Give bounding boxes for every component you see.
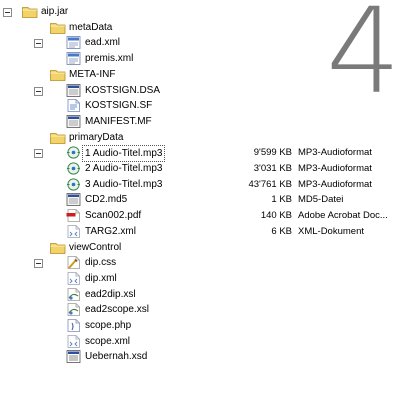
file-type: MP3-Audioformat <box>298 147 372 159</box>
tree-item-label: ead2scope.xsl <box>85 304 149 316</box>
xsd-file-icon <box>66 350 82 364</box>
tree-row[interactable]: scope.xml <box>0 334 397 349</box>
tree-row[interactable]: ead2dip.xsl <box>0 287 397 302</box>
xml-doc-icon <box>66 334 82 348</box>
tree-row[interactable]: KOSTSIGN.DSA <box>0 83 397 98</box>
tree-item-label: MANIFEST.MF <box>85 115 152 127</box>
collapse-toggle[interactable] <box>34 39 43 49</box>
file-type: XML-Dokument <box>298 225 364 237</box>
generic-file-icon <box>66 193 82 207</box>
tree-item-label: ead.xml <box>85 37 121 49</box>
css-file-icon <box>66 256 82 270</box>
tree-row[interactable]: MANIFEST.MF <box>0 114 397 129</box>
file-type: MD5-Datei <box>298 194 344 206</box>
tree-item-label: 2 Audio-Titel.mp3 <box>85 163 163 174</box>
generic-file-icon <box>66 83 82 97</box>
tree-row[interactable]: 3 Audio-Titel.mp3 43'761 KB MP3-Audioforma… <box>0 177 397 192</box>
tree-item-label: Scan002.pdf <box>85 210 142 222</box>
tree-item-label: KOSTSIGN.SF <box>85 100 153 112</box>
file-size: 1 KB <box>271 194 292 206</box>
tree-item-label: Uebernah.xsd <box>85 351 148 363</box>
folder-icon <box>22 5 38 18</box>
collapse-toggle[interactable] <box>34 149 43 159</box>
folder-icon <box>50 131 66 144</box>
file-size: 9'599 KB <box>253 147 292 159</box>
tree-row[interactable]: primaryData <box>0 130 397 145</box>
tree-item-label: scope.php <box>85 320 132 331</box>
tree-item-label: 1 Audio-Titel.mp3 <box>82 145 166 163</box>
collapse-toggle[interactable] <box>34 86 43 96</box>
tree-row[interactable]: scope.php <box>0 318 397 333</box>
tree-row[interactable]: KOSTSIGN.SF <box>0 98 397 113</box>
folder-icon <box>50 68 66 81</box>
xml-file-icon <box>66 52 82 65</box>
tree-row[interactable]: dip.css <box>0 255 397 270</box>
xml-doc-icon <box>66 224 82 238</box>
file-size: 140 KB <box>260 210 292 222</box>
text-file-icon <box>66 99 82 113</box>
tree-row[interactable]: TARG2.xml 6 KB XML-Dokument <box>0 224 397 239</box>
tree-item-label: viewControl <box>69 241 122 253</box>
tree-item-label: scope.xml <box>85 335 131 347</box>
collapse-toggle[interactable] <box>3 8 12 17</box>
tree-row[interactable]: ead.xml <box>0 35 397 50</box>
tree-row[interactable]: Uebernah.xsd <box>0 349 397 364</box>
tree-item-label: 3 Audio-Titel.mp3 <box>85 178 163 190</box>
file-tree: 4 aip.jar metaData ead.xml premis.xml ME… <box>0 0 397 414</box>
file-size: 6 KB <box>271 225 292 237</box>
tree-row[interactable]: metaData <box>0 20 397 35</box>
tree-item-label: ead2dip.xsl <box>85 288 136 300</box>
tree-row[interactable]: dip.xml <box>0 271 397 286</box>
xml-doc-icon <box>66 271 82 285</box>
xml-file-icon <box>66 36 82 50</box>
file-type: Adobe Acrobat Doc... <box>298 210 388 222</box>
file-type: MP3-Audioformat <box>298 178 372 190</box>
audio-file-icon <box>66 178 82 191</box>
collapse-toggle[interactable] <box>34 259 43 269</box>
folder-icon <box>50 241 66 254</box>
tree-row[interactable]: META-INF <box>0 67 397 82</box>
tree-row[interactable]: 1 Audio-Titel.mp3 9'599 KB MP3-Audioformat <box>0 145 397 163</box>
audio-file-icon <box>66 146 82 159</box>
tree-row[interactable]: 2 Audio-Titel.mp3 3'031 KB MP3-Audioformat <box>0 161 397 176</box>
tree-item-label: premis.xml <box>85 53 134 65</box>
tree-item-label: aip.jar <box>41 6 69 17</box>
generic-file-icon <box>66 114 82 128</box>
tree-item-label: primaryData <box>69 131 124 143</box>
php-file-icon <box>66 319 82 332</box>
file-size: 3'031 KB <box>253 163 292 174</box>
file-type: MP3-Audioformat <box>298 163 372 174</box>
tree-item-label: TARG2.xml <box>85 225 136 237</box>
tree-row[interactable]: Scan002.pdf 140 KB Adobe Acrobat Doc... <box>0 208 397 223</box>
audio-file-icon <box>66 162 82 175</box>
tree-item-label: dip.css <box>85 257 117 269</box>
tree-item-label: CD2.md5 <box>85 194 128 206</box>
tree-item-label: KOSTSIGN.DSA <box>85 84 161 96</box>
folder-icon <box>50 21 66 34</box>
tree-item-label: dip.xml <box>85 272 117 284</box>
xsl-file-icon <box>66 303 82 317</box>
tree-row[interactable]: aip.jar <box>0 4 397 19</box>
tree-row[interactable]: ead2scope.xsl <box>0 302 397 317</box>
tree-row[interactable]: viewControl <box>0 240 397 255</box>
tree-item-label: metaData <box>69 21 113 33</box>
tree-item-label: META-INF <box>69 68 116 80</box>
file-size: 43'761 KB <box>248 178 292 190</box>
tree-row[interactable]: premis.xml <box>0 51 397 66</box>
pdf-file-icon <box>66 209 82 222</box>
xsl-file-icon <box>66 287 82 301</box>
tree-row[interactable]: CD2.md5 1 KB MD5-Datei <box>0 192 397 207</box>
